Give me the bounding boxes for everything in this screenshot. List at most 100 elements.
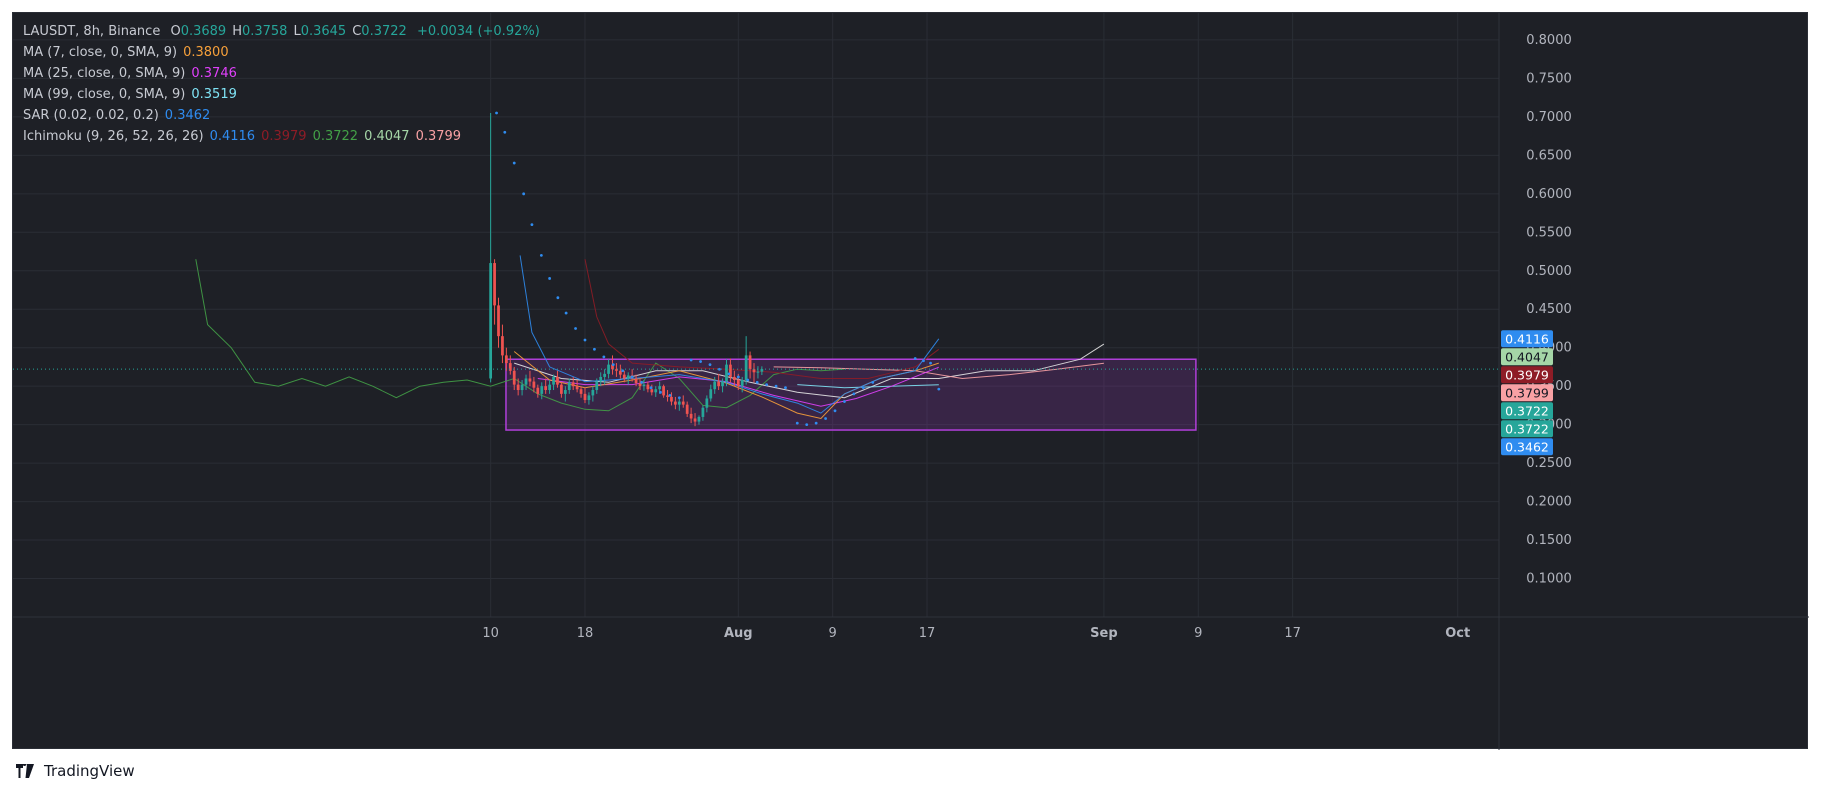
sar-dot (871, 380, 875, 384)
candle-body[interactable] (658, 386, 662, 390)
sar-dot (668, 394, 672, 397)
candle-body[interactable] (587, 395, 591, 401)
candle-body[interactable] (528, 378, 532, 382)
candle-body[interactable] (725, 364, 728, 382)
sar-dot (503, 130, 507, 134)
candle-body[interactable] (705, 398, 709, 408)
candlestick-chart[interactable]: 0.8000 0.7500 0.7000 0.6500 0.6000 0.5500 0.50… (13, 13, 1809, 750)
y-tick-label: 0.5000 (1526, 264, 1572, 279)
sar-dot (833, 409, 837, 413)
candle-body[interactable] (563, 390, 567, 394)
sar-dot (843, 400, 846, 403)
candle-body[interactable] (693, 418, 697, 422)
candle-body[interactable] (681, 401, 685, 405)
candle-body[interactable] (701, 407, 705, 417)
candle-body[interactable] (654, 389, 658, 393)
candle-body[interactable] (548, 384, 551, 391)
candle-body[interactable] (540, 386, 544, 394)
candle-body[interactable] (717, 381, 721, 387)
price-label-text: 0.3979 (1505, 367, 1549, 382)
candle-body[interactable] (709, 389, 713, 399)
candle-body[interactable] (748, 355, 752, 370)
sar-dot (727, 372, 731, 376)
sar-dot (699, 360, 702, 363)
sar-dot (530, 223, 534, 226)
price-label-text: 0.4116 (1505, 331, 1549, 346)
candle-body[interactable] (622, 374, 626, 379)
candle-body[interactable] (579, 389, 583, 394)
candle-body[interactable] (732, 376, 736, 381)
candle-body[interactable] (560, 384, 563, 394)
sar-dot (824, 417, 827, 420)
candle-body[interactable] (740, 380, 744, 387)
x-tick-label: 9 (829, 626, 837, 641)
candle-body[interactable] (666, 395, 669, 397)
brand-footer[interactable]: TradingView (12, 762, 135, 780)
candle-body[interactable] (697, 416, 701, 422)
sar-dot (718, 367, 721, 371)
candle-body[interactable] (552, 376, 555, 385)
candle-body[interactable] (721, 381, 724, 387)
candle-body[interactable] (512, 370, 516, 385)
candle-body[interactable] (508, 363, 512, 371)
price-label-text: 0.3722 (1505, 421, 1549, 436)
price-label-text: 0.3462 (1505, 439, 1549, 454)
y-tick-label: 0.6500 (1526, 148, 1572, 163)
candle-body[interactable] (674, 401, 677, 405)
sar-dot (649, 386, 653, 390)
y-tick-label: 0.6000 (1526, 187, 1572, 202)
candle-body[interactable] (493, 263, 496, 306)
candle-body[interactable] (646, 384, 650, 390)
candle-body[interactable] (556, 376, 559, 385)
sar-dot (689, 358, 693, 362)
candle-body[interactable] (713, 381, 717, 390)
candle-body[interactable] (591, 390, 595, 396)
candle-body[interactable] (595, 381, 599, 391)
candle-body[interactable] (571, 382, 575, 387)
candle-body[interactable] (670, 396, 673, 402)
y-tick-label: 0.2500 (1526, 456, 1572, 471)
sar-dot (640, 380, 644, 384)
x-tick-label: Oct (1445, 626, 1470, 641)
candle-body[interactable] (603, 373, 607, 377)
candle-body[interactable] (567, 382, 571, 391)
candle-body[interactable] (489, 263, 493, 379)
candle-body[interactable] (752, 369, 756, 373)
candle-body[interactable] (504, 355, 508, 364)
y-tick-label: 0.4500 (1526, 302, 1572, 317)
candle-body[interactable] (524, 378, 528, 385)
y-tick-label: 0.5500 (1526, 225, 1572, 240)
candle-body[interactable] (520, 384, 524, 391)
sar-dot (765, 383, 769, 387)
sar-dot (611, 363, 615, 367)
candle-body[interactable] (677, 401, 681, 405)
candle-body[interactable] (516, 384, 520, 391)
candle-body[interactable] (536, 387, 540, 394)
candle-body[interactable] (756, 371, 760, 373)
sar-dot (755, 380, 759, 384)
candle-body[interactable] (501, 336, 504, 356)
candle-body[interactable] (599, 376, 603, 382)
candle-body[interactable] (744, 355, 748, 381)
candle-body[interactable] (497, 305, 500, 337)
candle-body[interactable] (626, 375, 630, 379)
sar-dot (708, 363, 712, 367)
candle-body[interactable] (736, 380, 740, 387)
sar-dot (602, 355, 606, 359)
candle-body[interactable] (662, 386, 665, 396)
candle-body[interactable] (532, 381, 536, 388)
candle-body[interactable] (634, 378, 638, 384)
x-tick-label: 9 (1194, 626, 1202, 641)
candle-body[interactable] (685, 404, 689, 414)
candle-body[interactable] (642, 384, 646, 387)
sar-dot (677, 396, 681, 400)
candle-body[interactable] (650, 389, 654, 393)
candle-body[interactable] (575, 386, 579, 390)
x-tick-label: 17 (919, 626, 936, 641)
chart-frame[interactable]: 0.8000 0.7500 0.7000 0.6500 0.6000 0.5500 0.50… (12, 12, 1809, 750)
candle-body[interactable] (618, 370, 622, 375)
candle-body[interactable] (583, 393, 587, 401)
candle-body[interactable] (544, 386, 548, 391)
price-label-text: 0.3799 (1505, 385, 1549, 400)
candle-body[interactable] (689, 413, 693, 419)
